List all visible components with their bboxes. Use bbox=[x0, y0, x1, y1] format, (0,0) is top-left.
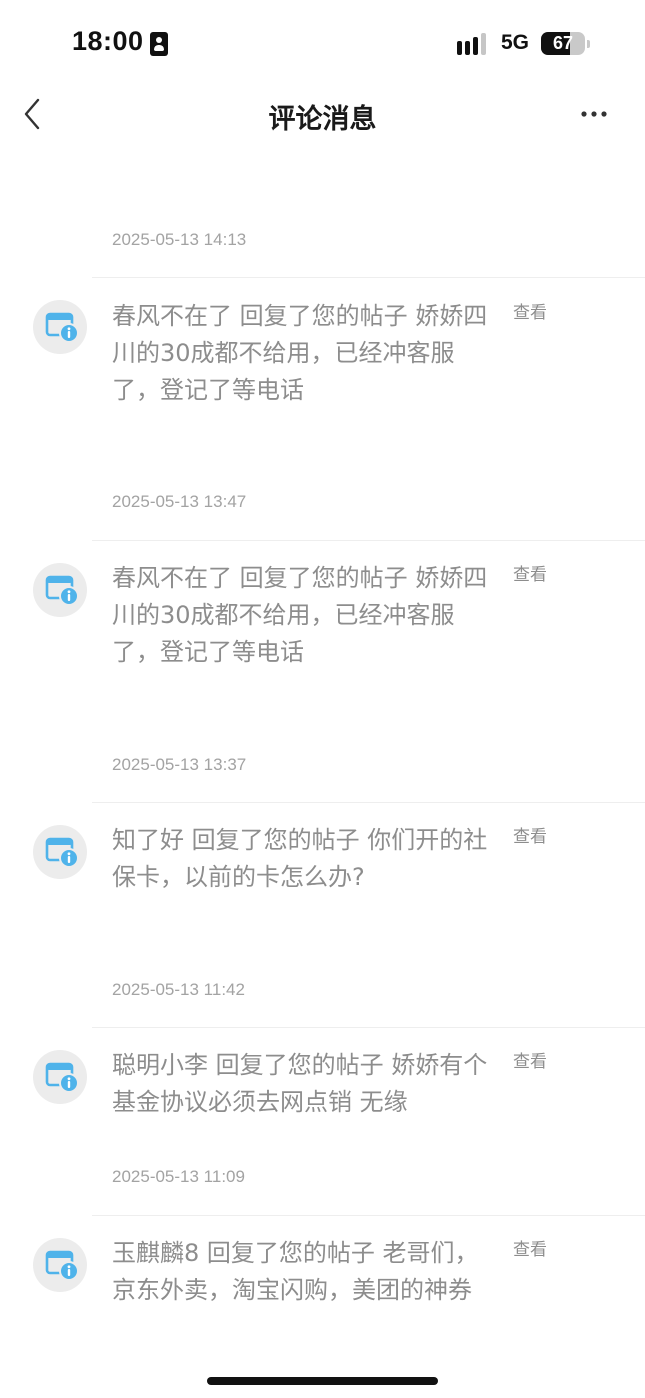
notification-avatar bbox=[33, 1238, 87, 1292]
message-time: 2025-05-13 13:37 bbox=[112, 755, 247, 774]
info-card-icon bbox=[45, 575, 79, 606]
message-text: 春风不在了 回复了您的帖子 娇娇四川的30成都不给用，已经冲客服了，登记了等电话 bbox=[112, 564, 488, 666]
battery-tip bbox=[587, 40, 590, 48]
message-text: 聪明小李 回复了您的帖子 娇娇有个基金协议必须去网点销 无缘 bbox=[112, 1051, 488, 1116]
view-link[interactable]: 查看 bbox=[513, 1047, 547, 1072]
notification-avatar bbox=[33, 300, 87, 354]
message-time: 2025-05-13 14:13 bbox=[112, 230, 247, 249]
divider bbox=[92, 802, 645, 803]
notification-avatar bbox=[33, 825, 87, 879]
id-card-icon bbox=[150, 32, 168, 56]
divider bbox=[92, 277, 645, 278]
more-button[interactable] bbox=[578, 100, 610, 128]
home-indicator bbox=[207, 1377, 438, 1385]
view-link[interactable]: 查看 bbox=[513, 1235, 547, 1260]
status-time: 18:00 bbox=[72, 26, 144, 56]
network-label: 5G bbox=[501, 31, 530, 54]
info-card-icon bbox=[45, 312, 79, 343]
view-link[interactable]: 查看 bbox=[513, 822, 547, 847]
divider bbox=[92, 1215, 645, 1216]
page-title: 评论消息 bbox=[268, 104, 377, 135]
battery-level: 67 bbox=[552, 33, 574, 53]
more-dots-icon bbox=[581, 111, 607, 117]
notification-avatar bbox=[33, 563, 87, 617]
message-text: 玉麒麟8 回复了您的帖子 老哥们，京东外卖，淘宝闪购，美团的神券 bbox=[112, 1239, 479, 1304]
view-link[interactable]: 查看 bbox=[513, 560, 547, 585]
message-text: 知了好 回复了您的帖子 你们开的社保卡，以前的卡怎么办? bbox=[112, 826, 488, 891]
divider bbox=[92, 540, 645, 541]
message-time: 2025-05-13 11:42 bbox=[112, 980, 245, 999]
message-text: 春风不在了 回复了您的帖子 娇娇四川的30成都不给用，已经冲客服了，登记了等电话 bbox=[112, 302, 488, 404]
battery-icon: 67 bbox=[541, 32, 585, 55]
divider bbox=[92, 1027, 645, 1028]
message-time: 2025-05-13 11:09 bbox=[112, 1167, 245, 1186]
info-card-icon bbox=[45, 1250, 79, 1281]
notification-avatar bbox=[33, 1050, 87, 1104]
info-card-icon bbox=[45, 1062, 79, 1093]
status-bar: 18:00 5G 67 bbox=[0, 0, 645, 88]
nav-bar: 评论消息 bbox=[0, 88, 645, 140]
signal-icon bbox=[457, 33, 493, 55]
view-link[interactable]: 查看 bbox=[513, 298, 547, 323]
info-card-icon bbox=[45, 837, 79, 868]
message-time: 2025-05-13 13:47 bbox=[112, 492, 247, 511]
